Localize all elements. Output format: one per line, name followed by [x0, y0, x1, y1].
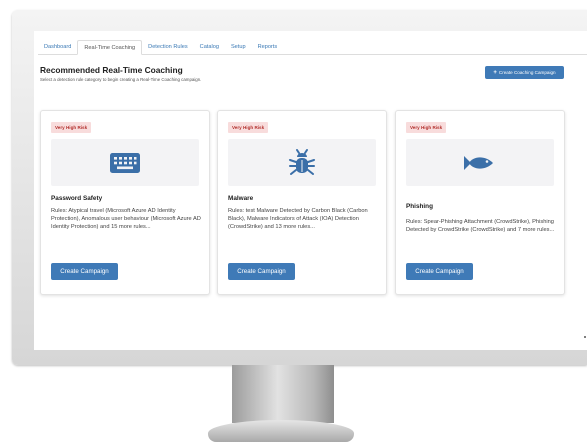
risk-badge: Very High Risk	[228, 122, 269, 133]
card-phishing: Very High Risk Phishing Rules: Spear-Phi…	[395, 110, 565, 295]
tab-reports[interactable]: Reports	[252, 40, 284, 53]
tab-real-time-coaching[interactable]: Real-Time Coaching	[77, 40, 143, 55]
card-rules: Rules: test Malware Detected by Carbon B…	[228, 208, 368, 231]
card-banner	[228, 139, 376, 186]
page-subtitle: Select a detection rule category to begi…	[40, 77, 202, 82]
risk-badge: Very High Risk	[406, 122, 447, 133]
monitor-stand-neck	[232, 365, 334, 423]
card-title: Password Safety	[51, 195, 103, 202]
create-campaign-button[interactable]: Create Campaign	[51, 263, 118, 280]
create-coaching-campaign-button[interactable]: + Create Coaching Campaign	[485, 66, 564, 79]
card-banner	[406, 139, 554, 186]
card-title: Phishing	[406, 203, 433, 210]
monitor-frame: Dashboard Real-Time Coaching Detection R…	[12, 10, 587, 365]
tab-detection-rules[interactable]: Detection Rules	[142, 40, 194, 53]
card-title: Malware	[228, 195, 254, 202]
create-campaign-button[interactable]: Create Campaign	[406, 263, 473, 280]
card-banner	[51, 139, 199, 186]
page-title: Recommended Real-Time Coaching	[40, 65, 183, 75]
tab-setup[interactable]: Setup	[225, 40, 252, 53]
app-screen: Dashboard Real-Time Coaching Detection R…	[34, 31, 587, 350]
risk-badge: Very High Risk	[51, 122, 92, 133]
tab-dashboard[interactable]: Dashboard	[38, 40, 77, 53]
card-rules: Rules: Atypical travel (Microsoft Azure …	[51, 208, 201, 231]
card-password-safety: Very High Risk Password Safety Rules: At…	[40, 110, 210, 295]
tab-catalog[interactable]: Catalog	[194, 40, 225, 53]
power-dot	[584, 336, 586, 338]
nav-tabs: Dashboard Real-Time Coaching Detection R…	[38, 40, 587, 55]
bug-icon	[289, 148, 315, 175]
keyboard-icon	[110, 152, 140, 173]
plus-icon: +	[493, 69, 497, 76]
fish-icon	[464, 155, 493, 170]
create-campaign-button[interactable]: Create Campaign	[228, 263, 295, 280]
card-rules: Rules: Spear-Phishing Attachment (CrowdS…	[406, 219, 555, 234]
monitor-stand-base	[208, 420, 354, 442]
card-malware: Very High Risk Malware Rules: test Malwa…	[217, 110, 387, 295]
create-coaching-campaign-label: Create Coaching Campaign	[498, 70, 556, 75]
